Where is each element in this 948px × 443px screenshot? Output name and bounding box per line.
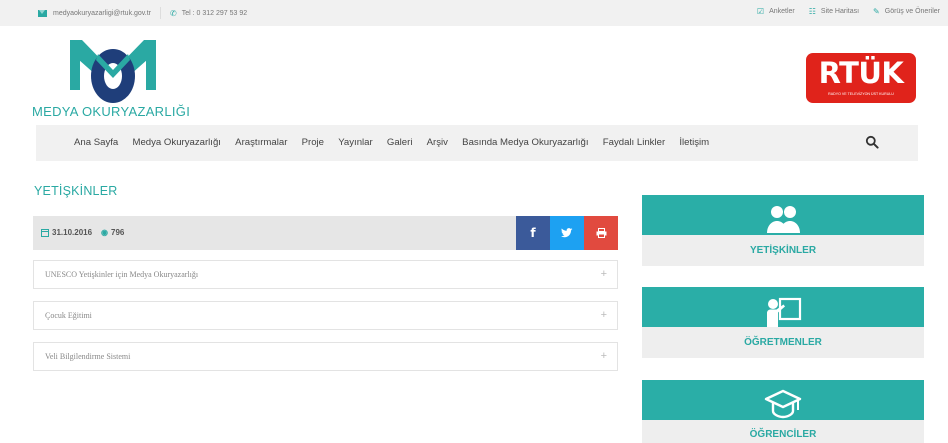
logo-mark-icon [70, 40, 156, 103]
twitter-share-button[interactable] [550, 216, 584, 250]
facebook-icon: f [530, 226, 536, 240]
edit-icon: ✎ [873, 7, 880, 16]
contact-email[interactable]: medyaokuryazarligi@rtuk.gov.tr [53, 10, 151, 17]
top-bar: medyaokuryazarligi@rtuk.gov.tr ✆ Tel : 0… [0, 0, 948, 26]
link-surveys-label: Anketler [769, 8, 795, 15]
card-adults[interactable]: YETİŞKİNLER [642, 195, 924, 266]
top-links: ☑ Anketler ☷ Site Haritası ✎ Görüş ve Ön… [743, 7, 940, 16]
accordion-label: UNESCO Yetişkinler için Medya Okuryazarl… [45, 270, 199, 279]
card-students[interactable]: ÖĞRENCİLER [642, 380, 924, 443]
accordion-item-parent-info[interactable]: Veli Bilgilendirme Sistemi + [33, 342, 618, 371]
accordion-item-child-education[interactable]: Çocuk Eğitimi + [33, 301, 618, 330]
contact-info: medyaokuryazarligi@rtuk.gov.tr ✆ Tel : 0… [38, 7, 247, 19]
site-logo[interactable]: MEDYA OKURYAZARLIĞI [30, 36, 200, 120]
nav-item-gallery[interactable]: Galeri [387, 137, 413, 148]
nav-item-publications[interactable]: Yayınlar [338, 137, 372, 148]
teacher-board-icon [767, 297, 802, 327]
link-sitemap[interactable]: ☷ Site Haritası [809, 7, 859, 16]
link-surveys[interactable]: ☑ Anketler [757, 7, 795, 16]
accordion-item-unesco[interactable]: UNESCO Yetişkinler için Medya Okuryazarl… [33, 260, 618, 289]
facebook-share-button[interactable]: f [516, 216, 550, 250]
page-title: YETİŞKİNLER [34, 184, 118, 198]
checkbox-icon: ☑ [756, 7, 765, 16]
rtuk-subtitle: RADYO VE TELEVİZYON ÜST KURULU [828, 92, 894, 96]
plus-icon: + [600, 350, 607, 362]
logo-text: MEDYA OKURYAZARLIĞI [32, 104, 191, 119]
plus-icon: + [600, 268, 607, 280]
graduation-cap-icon [764, 389, 802, 419]
calendar-icon [41, 228, 49, 237]
sitemap-icon: ☷ [808, 7, 816, 16]
plus-icon: + [600, 309, 607, 321]
twitter-icon [561, 228, 573, 238]
envelope-icon [38, 9, 47, 17]
contact-phone: Tel : 0 312 297 53 92 [181, 9, 248, 17]
main-nav: Ana Sayfa Medya Okuryazarlığı Araştırmal… [36, 125, 918, 161]
post-meta: 31.10.2016 ◉ 796 [41, 228, 124, 237]
nav-item-archive[interactable]: Arşiv [427, 137, 448, 148]
people-icon [767, 206, 800, 233]
nav-item-useful-links[interactable]: Faydalı Linkler [603, 137, 665, 148]
post-views: 796 [111, 228, 125, 237]
nav-item-home[interactable]: Ana Sayfa [74, 137, 118, 148]
nav-item-project[interactable]: Proje [302, 137, 324, 148]
link-sitemap-label: Site Haritası [820, 8, 860, 15]
accordion-label: Çocuk Eğitimi [45, 311, 92, 320]
search-icon[interactable] [865, 135, 879, 149]
rtuk-title: RTÜK [818, 56, 904, 90]
nav-list: Ana Sayfa Medya Okuryazarlığı Araştırmal… [74, 137, 723, 148]
card-teachers[interactable]: ÖĞRETMENLER [642, 287, 924, 358]
rtuk-logo[interactable]: RTÜK RADYO VE TELEVİZYON ÜST KURULU [806, 53, 916, 103]
divider [160, 7, 162, 19]
post-meta-bar: 31.10.2016 ◉ 796 f [33, 216, 618, 250]
accordion-label: Veli Bilgilendirme Sistemi [45, 352, 131, 361]
nav-item-contact[interactable]: İletişim [679, 137, 709, 148]
link-feedback[interactable]: ✎ Görüş ve Öneriler [873, 7, 940, 16]
nav-item-research[interactable]: Araştırmalar [235, 137, 287, 148]
nav-item-media-literacy[interactable]: Medya Okuryazarlığı [132, 137, 221, 148]
card-title: ÖĞRENCİLER [749, 429, 817, 440]
card-title: YETİŞKİNLER [749, 245, 817, 256]
card-title: ÖĞRETMENLER [744, 337, 822, 348]
phone-icon: ✆ [170, 8, 177, 18]
eye-icon: ◉ [101, 228, 109, 237]
print-icon [596, 228, 606, 238]
link-feedback-label: Görüş ve Öneriler [884, 8, 940, 15]
print-button[interactable] [584, 216, 618, 250]
nav-item-press[interactable]: Basında Medya Okuryazarlığı [462, 137, 588, 148]
post-date: 31.10.2016 [52, 228, 93, 237]
